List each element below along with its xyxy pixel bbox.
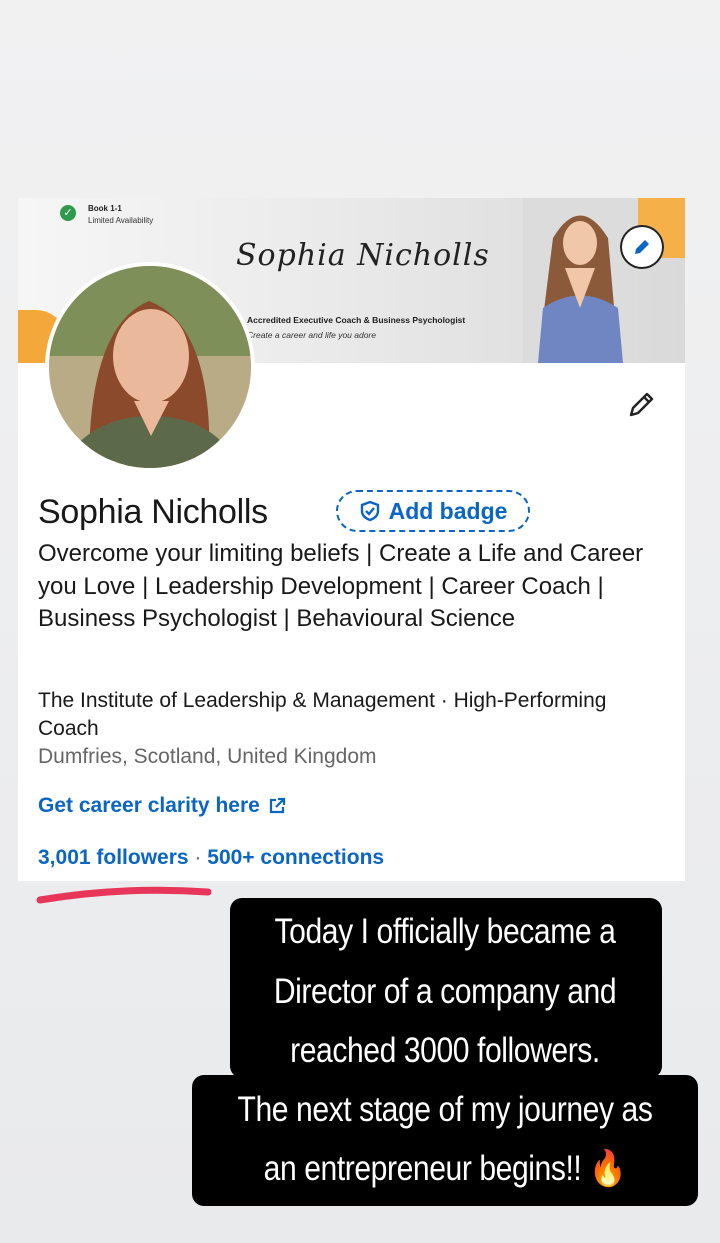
banner-signature: Sophia Nicholls	[236, 238, 490, 273]
booking-subtitle: Limited Availability	[88, 216, 154, 225]
profile-stats: 3,001 followers · 500+ connections	[38, 846, 384, 870]
profile-headline: Overcome your limiting beliefs | Create …	[38, 540, 644, 632]
followers-underline-drawing	[36, 886, 212, 904]
banner-tagline: Accredited Executive Coach & Business Ps…	[247, 315, 466, 325]
pencil-icon[interactable]	[626, 388, 658, 420]
add-badge-button[interactable]: Add badge	[336, 490, 530, 532]
check-circle-icon: ✓	[60, 205, 76, 221]
shield-check-icon	[360, 500, 379, 522]
followers-link[interactable]: 3,001 followers	[38, 846, 189, 869]
story-line-2: Director of a company and	[273, 972, 617, 1011]
profile-location: Dumfries, Scotland, United Kingdom	[38, 745, 377, 768]
profile-card: ✓ Book 1-1 Limited Availability Sophia N…	[18, 198, 685, 881]
banner-subtagline: Create a career and life you adore	[247, 330, 376, 340]
connections-link[interactable]: 500+ connections	[207, 846, 384, 869]
banner-portrait-image	[523, 198, 638, 363]
booking-title: Book 1-1	[88, 204, 122, 213]
edit-banner-button[interactable]	[620, 225, 664, 269]
add-badge-label: Add badge	[388, 497, 508, 524]
external-link-icon	[269, 797, 285, 814]
custom-link[interactable]: Get career clarity here	[38, 794, 286, 818]
profile-name: Sophia Nicholls	[38, 493, 268, 531]
pencil-icon	[635, 240, 649, 254]
profile-company[interactable]: The Institute of Leadership & Management…	[38, 687, 668, 743]
story-line-3: reached 3000 followers.	[290, 1031, 600, 1070]
custom-link-label: Get career clarity here	[38, 794, 260, 817]
avatar-image	[49, 266, 251, 468]
story-line-4: The next stage of my journey as	[237, 1090, 653, 1129]
story-line-5: an entrepreneur begins!! 🔥	[263, 1149, 627, 1188]
story-line-1: Today I officially became a	[274, 912, 616, 951]
stats-separator: ·	[194, 846, 202, 869]
avatar[interactable]	[45, 262, 255, 472]
